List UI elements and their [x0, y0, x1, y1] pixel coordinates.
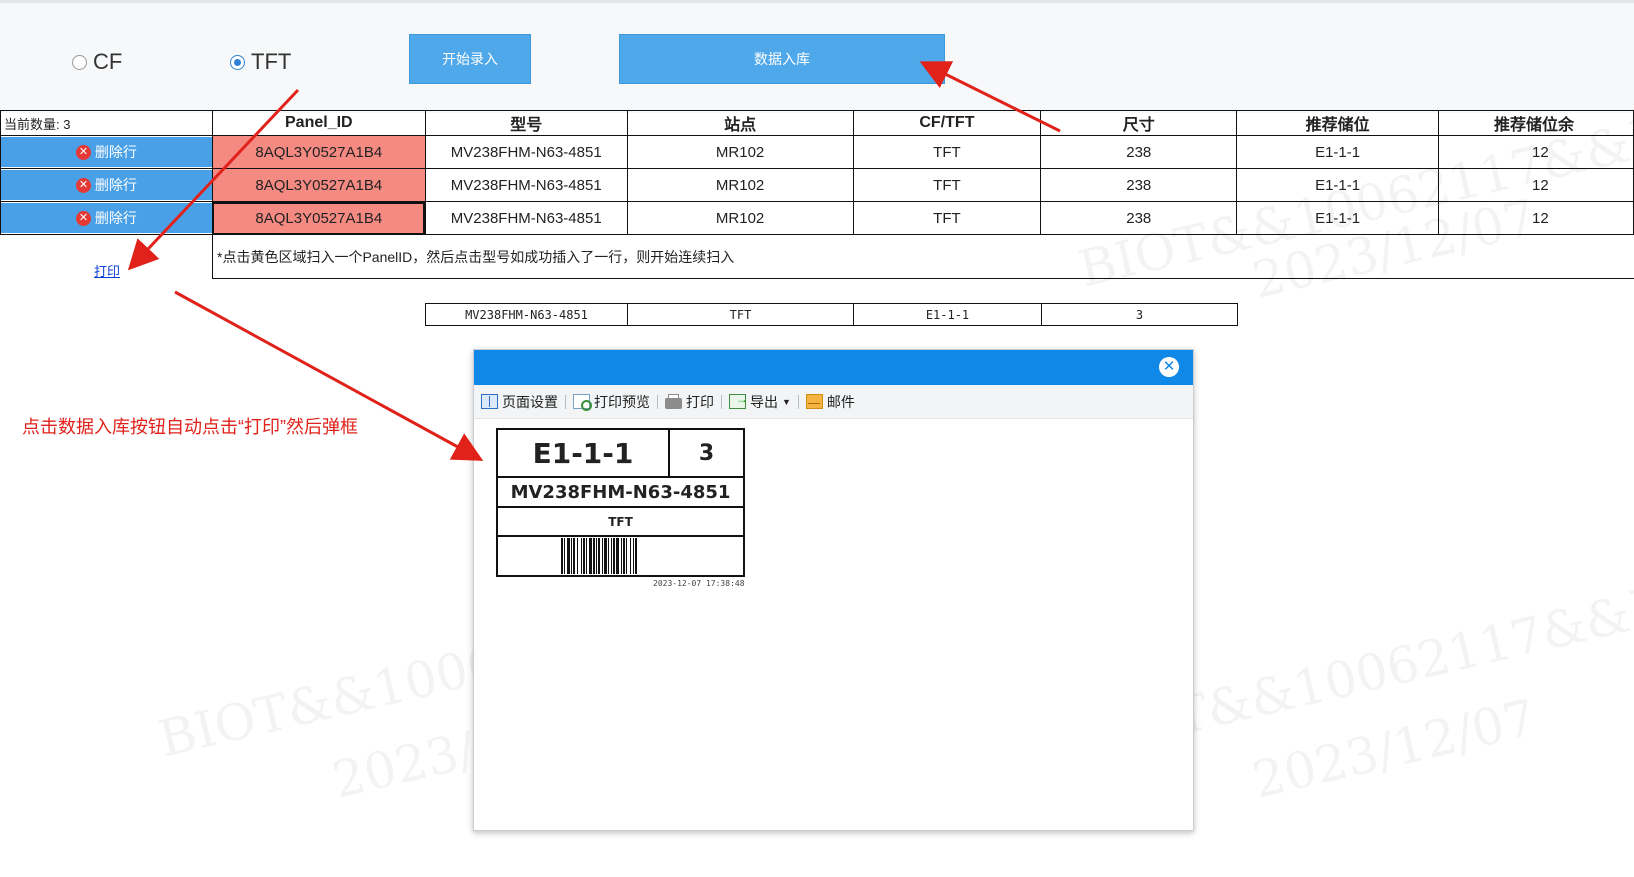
station-cell: MR102: [626, 168, 854, 202]
instruction-note: *点击黄色区域扫入一个PanelID，然后点击型号如成功插入了一行，则开始连续扫…: [212, 235, 1634, 279]
delete-cell: ✕ 删除行: [0, 135, 213, 169]
barcode-label: E1-1-1 3 MV238FHM-N63-4851 TFT: [496, 428, 745, 577]
store-data-button[interactable]: 数据入库: [619, 34, 945, 84]
print-toolbar: 页面设置 打印预览 打印 导出 ▼ 邮件: [474, 385, 1193, 419]
print-link[interactable]: 打印: [94, 261, 120, 280]
label-type: TFT: [498, 508, 743, 537]
caret-down-icon: ▼: [782, 396, 791, 407]
panel-id-cell[interactable]: 8AQL3Y0527A1B4: [211, 135, 426, 169]
watermark-date: 2023/12/07: [1247, 688, 1542, 810]
close-icon: ✕: [75, 177, 91, 193]
print-button[interactable]: 打印: [658, 392, 721, 412]
print-label: 打印: [686, 393, 714, 410]
label-row-location: E1-1-1 3: [498, 430, 743, 478]
station-cell: MR102: [626, 135, 854, 169]
page-setup-button[interactable]: 页面设置: [474, 392, 565, 412]
label-barcode-row: [498, 537, 743, 575]
printer-icon: [665, 394, 682, 409]
page-setup-icon: [481, 394, 498, 409]
summary-location: E1-1-1: [853, 303, 1042, 326]
header-station: 站点: [626, 110, 854, 136]
delete-row-label: 删除行: [94, 177, 137, 193]
label-timestamp: 2023-12-07 17:38:48: [653, 579, 745, 588]
summary-type: TFT: [627, 303, 854, 326]
delete-row-button[interactable]: ✕ 删除行: [1, 170, 212, 200]
delete-row-label: 删除行: [94, 210, 137, 226]
header-cf-tft: CF/TFT: [852, 110, 1042, 136]
model-cell[interactable]: MV238FHM-N63-4851: [424, 168, 628, 202]
header-panel-id: Panel_ID: [211, 110, 426, 136]
summary-model: MV238FHM-N63-4851: [425, 303, 628, 326]
barcode-graphic: [560, 538, 681, 574]
close-icon: ✕: [75, 210, 91, 226]
close-icon[interactable]: ✕: [1159, 357, 1179, 377]
model-cell[interactable]: MV238FHM-N63-4851: [424, 201, 628, 235]
email-label: 邮件: [826, 393, 855, 410]
table-header-row: 当前数量: 3 Panel_ID 型号 站点 CF/TFT 尺寸 推荐储位 推荐…: [0, 110, 1634, 136]
type-cell: TFT: [852, 168, 1042, 202]
label-qty: 3: [698, 440, 715, 466]
delete-cell: ✕ 删除行: [0, 168, 213, 202]
page-setup-label: 页面设置: [502, 393, 558, 410]
magnifier-icon: [573, 394, 592, 411]
remaining-cell: 12: [1438, 168, 1634, 202]
label-model: MV238FHM-N63-4851: [498, 478, 743, 508]
header-size: 尺寸: [1040, 110, 1238, 136]
header-model: 型号: [424, 110, 628, 136]
print-dialog: ✕ 页面设置 打印预览 打印 导出 ▼ 邮件 E1-1-1 3 MV238FHM-…: [473, 349, 1194, 831]
panel-table: 当前数量: 3 Panel_ID 型号 站点 CF/TFT 尺寸 推荐储位 推荐…: [0, 110, 1634, 235]
delete-row-label: 删除行: [94, 144, 137, 160]
envelope-icon: [805, 394, 823, 409]
count-label: 当前数量: 3: [0, 110, 213, 136]
start-entry-button[interactable]: 开始录入: [409, 34, 531, 84]
table-row: ✕ 删除行 8AQL3Y0527A1B4 MV238FHM-N63-4851 MR…: [0, 201, 1634, 235]
location-cell: E1-1-1: [1236, 135, 1440, 169]
remaining-cell: 12: [1438, 135, 1634, 169]
barcode-bar: [637, 538, 638, 574]
close-icon: ✕: [75, 144, 91, 160]
location-cell: E1-1-1: [1236, 168, 1440, 202]
summary-qty: 3: [1041, 303, 1238, 326]
top-control-bar: CF TFT 开始录入 数据入库: [0, 0, 1634, 113]
table-row: ✕ 删除行 8AQL3Y0527A1B4 MV238FHM-N63-4851 MR…: [0, 135, 1634, 169]
export-button[interactable]: 导出 ▼: [722, 392, 798, 412]
label-location: E1-1-1: [498, 430, 670, 476]
radio-tft-circle[interactable]: [230, 54, 245, 70]
print-preview-label: 打印预览: [594, 393, 650, 410]
delete-row-button[interactable]: ✕ 删除行: [1, 203, 212, 233]
email-button[interactable]: 邮件: [799, 392, 862, 412]
annotation-text: 点击数据入库按钮自动点击“打印”然后弹框: [22, 417, 358, 437]
radio-cf[interactable]: CF: [72, 49, 122, 75]
panel-id-cell[interactable]: 8AQL3Y0527A1B4: [211, 168, 426, 202]
size-cell: 238: [1040, 168, 1238, 202]
print-preview-button[interactable]: 打印预览: [566, 392, 657, 412]
radio-cf-circle[interactable]: [72, 54, 87, 70]
export-icon: [729, 392, 748, 409]
summary-row: MV238FHM-N63-4851 TFT E1-1-1 3: [425, 303, 1238, 326]
type-cell: TFT: [852, 135, 1042, 169]
header-remaining: 推荐储位余: [1438, 110, 1634, 136]
remaining-cell: 12: [1438, 201, 1634, 235]
model-cell[interactable]: MV238FHM-N63-4851: [424, 135, 628, 169]
dialog-header: ✕: [474, 350, 1193, 385]
delete-cell: ✕ 删除行: [0, 201, 213, 235]
delete-row-button[interactable]: ✕ 删除行: [1, 137, 212, 167]
summary-table: MV238FHM-N63-4851 TFT E1-1-1 3: [425, 303, 1238, 326]
radio-tft[interactable]: TFT: [230, 49, 291, 75]
size-cell: 238: [1040, 135, 1238, 169]
type-cell: TFT: [852, 201, 1042, 235]
station-cell: MR102: [626, 201, 854, 235]
panel-id-cell[interactable]: 8AQL3Y0527A1B4: [211, 201, 426, 235]
radio-tft-label: TFT: [251, 49, 292, 74]
radio-cf-label: CF: [93, 49, 123, 74]
size-cell: 238: [1040, 201, 1238, 235]
table-row: ✕ 删除行 8AQL3Y0527A1B4 MV238FHM-N63-4851 MR…: [0, 168, 1634, 202]
export-label: 导出: [750, 393, 778, 410]
header-location: 推荐储位: [1236, 110, 1440, 136]
location-cell: E1-1-1: [1236, 201, 1440, 235]
